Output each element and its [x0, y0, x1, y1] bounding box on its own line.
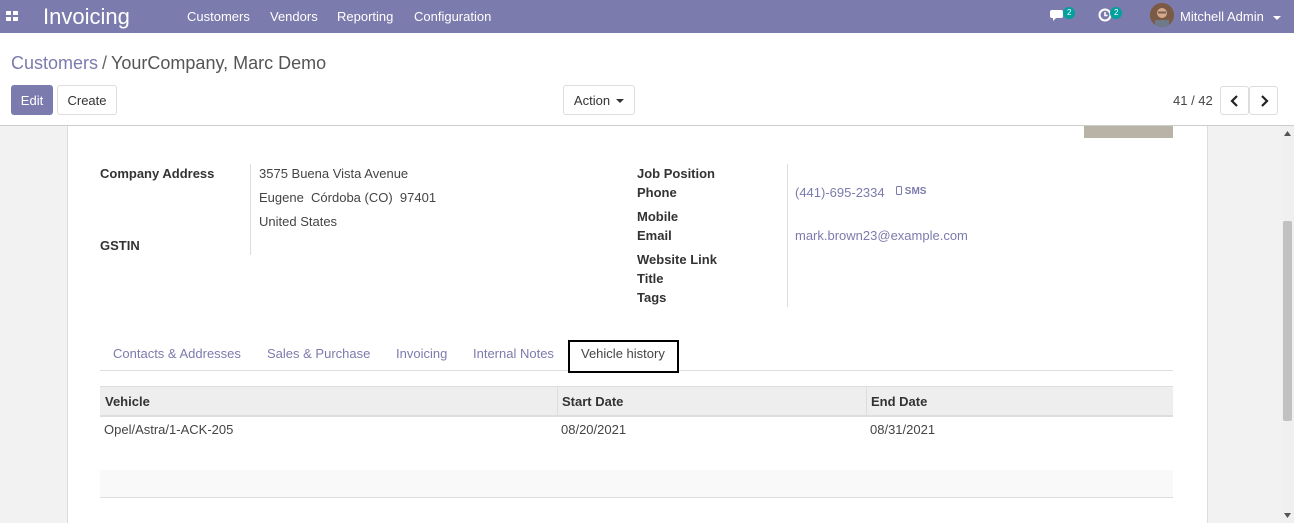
- email-value[interactable]: mark.brown23@example.com: [795, 228, 968, 243]
- menu-reporting[interactable]: Reporting: [337, 9, 393, 24]
- breadcrumb-customers[interactable]: Customers: [11, 53, 98, 73]
- create-button[interactable]: Create: [57, 85, 117, 115]
- tab-invoicing[interactable]: Invoicing: [396, 346, 447, 361]
- chevron-down-icon: [1273, 15, 1282, 20]
- divider: [250, 164, 251, 255]
- mobile-label: Mobile: [637, 209, 679, 224]
- sms-button[interactable]: SMS: [896, 186, 926, 197]
- menu-customers[interactable]: Customers: [187, 9, 250, 24]
- activities-badge: 2: [1110, 7, 1123, 19]
- tab-vehicle-history[interactable]: Vehicle history: [568, 340, 679, 373]
- tags-label: Tags: [637, 290, 667, 305]
- tab-sales-purchase[interactable]: Sales & Purchase: [267, 346, 370, 361]
- column-end-date[interactable]: End Date: [871, 394, 927, 409]
- app-title: Invoicing: [43, 4, 130, 29]
- divider: [787, 164, 788, 307]
- pager-previous-button[interactable]: [1220, 86, 1249, 115]
- user-name: Mitchell Admin: [1180, 9, 1264, 24]
- phone-value[interactable]: (441)-695-2334: [795, 185, 885, 200]
- pager-next-button[interactable]: [1249, 86, 1278, 115]
- phone-label: Phone: [637, 185, 677, 200]
- notebook-tabs: Contacts & Addresses Sales & Purchase In…: [100, 340, 1173, 373]
- table-row[interactable]: Opel/Astra/1-ACK-205 08/20/2021 08/31/20…: [100, 416, 1173, 444]
- menu-vendors[interactable]: Vendors: [270, 9, 318, 24]
- cell-vehicle: Opel/Astra/1-ACK-205: [104, 422, 234, 437]
- column-divider: [557, 387, 558, 415]
- tab-contacts-addresses[interactable]: Contacts & Addresses: [113, 346, 241, 361]
- action-dropdown[interactable]: Action: [563, 85, 635, 115]
- column-start-date[interactable]: Start Date: [562, 394, 623, 409]
- email-label: Email: [637, 228, 672, 243]
- scroll-down-icon[interactable]: [1284, 513, 1291, 518]
- scrollbar-thumb[interactable]: [1283, 221, 1292, 421]
- breadcrumb: Customers / YourCompany, Marc Demo: [11, 53, 326, 74]
- partner-image[interactable]: [1084, 126, 1173, 138]
- job-position-label: Job Position: [637, 166, 715, 181]
- column-divider: [866, 387, 867, 415]
- form-canvas: Company Address 3575 Buena Vista Avenue …: [0, 126, 1281, 523]
- control-panel: Customers / YourCompany, Marc Demo Edit Cr…: [0, 33, 1294, 126]
- cell-end-date: 08/31/2021: [870, 422, 936, 437]
- company-address-label: Company Address: [100, 166, 215, 181]
- chevron-right-icon: [1261, 95, 1269, 107]
- tab-internal-notes[interactable]: Internal Notes: [473, 346, 554, 361]
- column-vehicle[interactable]: Vehicle: [105, 394, 150, 409]
- chevron-left-icon: [1230, 95, 1238, 107]
- user-menu[interactable]: Mitchell Admin: [1180, 9, 1282, 24]
- avatar[interactable]: [1150, 3, 1174, 27]
- breadcrumb-separator: /: [102, 53, 108, 73]
- action-label: Action: [573, 93, 611, 108]
- apps-menu-icon[interactable]: [6, 11, 18, 21]
- page-title: YourCompany, Marc Demo: [111, 53, 327, 73]
- cell-start-date: 08/20/2021: [561, 422, 627, 437]
- address-country: United States: [259, 214, 338, 229]
- table-row: [100, 470, 1173, 498]
- scrollbar[interactable]: [1281, 126, 1294, 523]
- title-label: Title: [637, 271, 664, 286]
- pager-value[interactable]: 41 / 42: [1173, 93, 1213, 108]
- address-city: Eugene Córdoba (CO) 97401: [259, 190, 437, 205]
- messages-badge: 2: [1063, 7, 1076, 19]
- table-row: [100, 443, 1173, 471]
- website-label: Website Link: [637, 252, 717, 267]
- table-header: Vehicle Start Date End Date: [100, 386, 1173, 417]
- menu-configuration[interactable]: Configuration: [414, 9, 491, 24]
- gstin-label: GSTIN: [100, 238, 140, 253]
- address-street: 3575 Buena Vista Avenue: [259, 166, 409, 181]
- scroll-up-icon[interactable]: [1284, 131, 1291, 136]
- messages-button[interactable]: 2: [1050, 7, 1076, 25]
- top-navbar: Invoicing Customers Vendors Reporting Co…: [0, 0, 1294, 33]
- sms-label: SMS: [904, 186, 927, 197]
- edit-button[interactable]: Edit: [11, 85, 53, 115]
- activities-button[interactable]: 2: [1098, 7, 1123, 25]
- chevron-down-icon: [616, 98, 625, 103]
- mobile-icon: [896, 186, 902, 195]
